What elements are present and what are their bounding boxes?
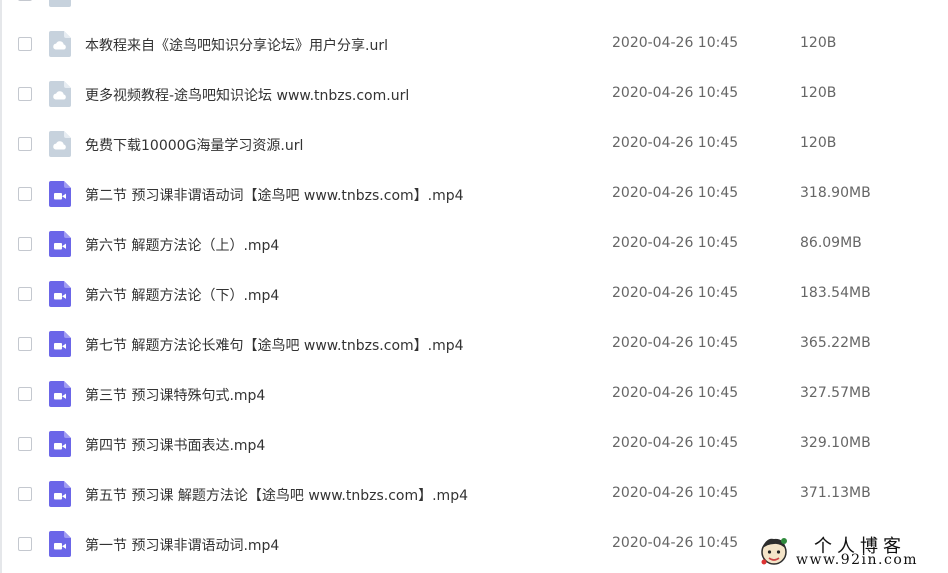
file-row[interactable]: 第六节 解题方法论（下）.mp4 2020-04-26 10:45 183.54MB: [0, 269, 948, 319]
file-row[interactable]: 第五节 预习课 解题方法论【途鸟吧 www.tnbzs.com】.mp4 2020…: [0, 469, 948, 519]
video-file-icon: [49, 381, 71, 407]
file-modified-date: 2020-04-26 10:45: [612, 235, 739, 251]
avatar-icon: [758, 535, 790, 567]
file-row[interactable]: 第二节 预习课非谓语动词【途鸟吧 www.tnbzs.com】.mp4 2020-…: [0, 169, 948, 219]
file-name[interactable]: 第一节 预习课非谓语动词.mp4: [85, 535, 279, 555]
file-modified-date: 2020-04-26 10:45: [612, 35, 739, 51]
url-file-icon: [49, 131, 71, 157]
file-size: 371.13MB: [800, 485, 871, 501]
file-name[interactable]: 第五节 预习课 解题方法论【途鸟吧 www.tnbzs.com】.mp4: [85, 485, 468, 505]
file-row[interactable]: 更多视频教程-途鸟吧知识论坛 www.tnbzs.com.url 2020-04-…: [0, 69, 948, 119]
file-list: 本教程来自《途鸟吧知识分享论坛》用户分享.url 2020-04-26 10:45…: [0, 0, 948, 573]
file-modified-date: 2020-04-26 10:45: [612, 85, 739, 101]
row-checkbox[interactable]: [18, 287, 32, 301]
file-name[interactable]: 第六节 解题方法论（下）.mp4: [85, 285, 279, 305]
file-name[interactable]: 第三节 预习课特殊句式.mp4: [85, 385, 265, 405]
row-checkbox[interactable]: [18, 37, 32, 51]
file-modified-date: 2020-04-26 10:45: [612, 385, 739, 401]
file-name[interactable]: 第四节 预习课书面表达.mp4: [85, 435, 265, 455]
file-name[interactable]: 本教程来自《途鸟吧知识分享论坛》用户分享.url: [85, 35, 388, 55]
row-checkbox[interactable]: [18, 487, 32, 501]
file-modified-date: 2020-04-26 10:45: [612, 435, 739, 451]
file-name[interactable]: 免费下载10000G海量学习资源.url: [85, 135, 303, 155]
file-row[interactable]: 第四节 预习课书面表达.mp4 2020-04-26 10:45 329.10MB: [0, 419, 948, 469]
watermark-url: www.92in.com: [796, 552, 919, 568]
file-row[interactable]: 第六节 解题方法论（上）.mp4 2020-04-26 10:45 86.09MB: [0, 219, 948, 269]
row-checkbox[interactable]: [18, 187, 32, 201]
file-size: 327.57MB: [800, 385, 871, 401]
video-file-icon: [49, 231, 71, 257]
url-file-icon: [49, 0, 71, 7]
url-file-icon: [49, 81, 71, 107]
file-modified-date: 2020-04-26 10:45: [612, 135, 739, 151]
video-file-icon: [49, 281, 71, 307]
row-checkbox[interactable]: [18, 0, 32, 1]
video-file-icon: [49, 181, 71, 207]
file-row-clipped[interactable]: [0, 0, 948, 19]
row-checkbox[interactable]: [18, 387, 32, 401]
row-checkbox[interactable]: [18, 87, 32, 101]
file-row[interactable]: 本教程来自《途鸟吧知识分享论坛》用户分享.url 2020-04-26 10:45…: [0, 19, 948, 69]
video-file-icon: [49, 531, 71, 557]
row-checkbox[interactable]: [18, 337, 32, 351]
file-size: 365.22MB: [800, 335, 871, 351]
file-size: 183.54MB: [800, 285, 871, 301]
row-checkbox[interactable]: [18, 437, 32, 451]
row-checkbox[interactable]: [18, 137, 32, 151]
file-size: 329.10MB: [800, 435, 871, 451]
file-modified-date: 2020-04-26 10:45: [612, 535, 739, 551]
video-file-icon: [49, 431, 71, 457]
video-file-icon: [49, 481, 71, 507]
file-size: 120B: [800, 85, 837, 101]
file-row[interactable]: 免费下载10000G海量学习资源.url 2020-04-26 10:45 120B: [0, 119, 948, 169]
file-name[interactable]: 更多视频教程-途鸟吧知识论坛 www.tnbzs.com.url: [85, 85, 409, 105]
file-size: 318.90MB: [800, 185, 871, 201]
file-size: 120B: [800, 35, 837, 51]
file-name[interactable]: 第七节 解题方法论长难句【途鸟吧 www.tnbzs.com】.mp4: [85, 335, 464, 355]
file-size: 86.09MB: [800, 235, 862, 251]
file-row[interactable]: 第三节 预习课特殊句式.mp4 2020-04-26 10:45 327.57MB: [0, 369, 948, 419]
video-file-icon: [49, 331, 71, 357]
file-modified-date: 2020-04-26 10:45: [612, 485, 739, 501]
row-checkbox[interactable]: [18, 237, 32, 251]
file-name[interactable]: 第六节 解题方法论（上）.mp4: [85, 235, 279, 255]
row-checkbox[interactable]: [18, 537, 32, 551]
file-row[interactable]: 第七节 解题方法论长难句【途鸟吧 www.tnbzs.com】.mp4 2020-…: [0, 319, 948, 369]
url-file-icon: [49, 31, 71, 57]
file-modified-date: 2020-04-26 10:45: [612, 335, 739, 351]
file-name[interactable]: 第二节 预习课非谓语动词【途鸟吧 www.tnbzs.com】.mp4: [85, 185, 464, 205]
file-modified-date: 2020-04-26 10:45: [612, 185, 739, 201]
file-modified-date: 2020-04-26 10:45: [612, 285, 739, 301]
blog-watermark: 个人博客 www.92in.com: [752, 530, 948, 573]
file-size: 120B: [800, 135, 837, 151]
